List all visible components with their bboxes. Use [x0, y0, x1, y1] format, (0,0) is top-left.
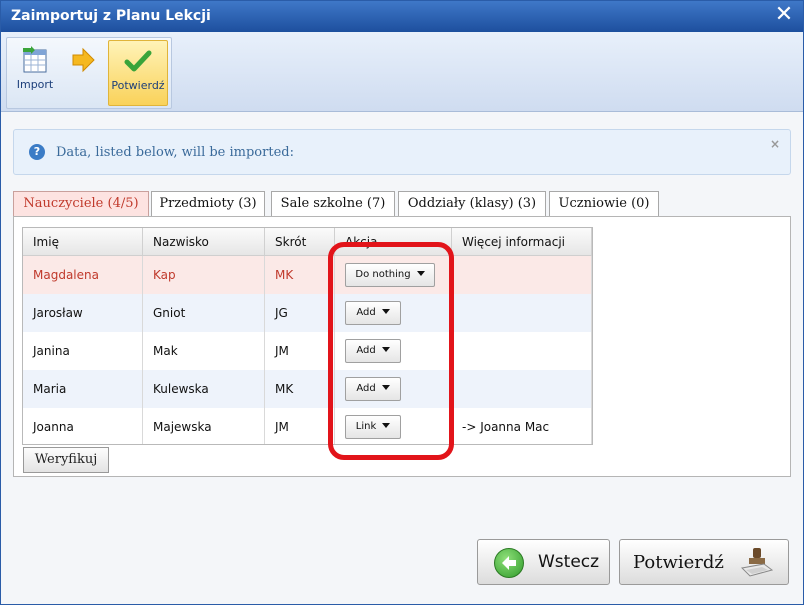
- back-button[interactable]: Wstecz: [477, 539, 610, 585]
- cell-more-info: [452, 256, 592, 294]
- back-arrow-icon: [494, 548, 524, 578]
- dismiss-info-icon[interactable]: ×: [770, 137, 780, 151]
- import-step-label: Import: [16, 78, 54, 91]
- table-row[interactable]: Joanna Majewska JM Link -> Joanna Mac: [23, 408, 592, 444]
- import-step-button[interactable]: Import: [9, 40, 61, 106]
- confirm-step-button[interactable]: Potwierdź: [108, 40, 168, 106]
- cell-first-name: Janina: [23, 332, 143, 370]
- header-action[interactable]: Akcja: [335, 228, 452, 256]
- title-bar: Zaimportuj z Planu Lekcji ✕: [1, 1, 803, 32]
- question-icon: ?: [29, 144, 45, 160]
- action-dropdown-label: Link: [355, 421, 377, 432]
- close-icon[interactable]: ✕: [773, 4, 795, 26]
- tab-classrooms[interactable]: Sale szkolne (7): [271, 191, 395, 216]
- checkmark-icon: [124, 50, 152, 72]
- cell-more-info: [452, 294, 592, 332]
- header-first-name[interactable]: Imię: [23, 228, 143, 256]
- grid-header: Imię Nazwisko Skrót Akcja Więcej informa…: [23, 228, 592, 256]
- cell-last-name: Mak: [143, 332, 265, 370]
- action-dropdown[interactable]: Do nothing: [345, 263, 435, 287]
- action-dropdown-label: Add: [356, 345, 376, 356]
- caret-down-icon: [416, 271, 425, 276]
- cell-more-info: [452, 332, 592, 370]
- cell-last-name: Gniot: [143, 294, 265, 332]
- cell-action: Link: [335, 408, 452, 444]
- teachers-grid: Imię Nazwisko Skrót Akcja Więcej informa…: [22, 227, 593, 445]
- caret-down-icon: [381, 309, 390, 314]
- action-dropdown-label: Add: [356, 307, 376, 318]
- header-short[interactable]: Skrót: [265, 228, 335, 256]
- tab-teachers[interactable]: Nauczyciele (4/5): [13, 191, 149, 217]
- action-dropdown-label: Add: [356, 383, 376, 394]
- spreadsheet-icon: [23, 46, 47, 73]
- cell-action: Add: [335, 294, 452, 332]
- cell-short: JM: [265, 408, 335, 444]
- cell-short: JM: [265, 332, 335, 370]
- tab-subjects[interactable]: Przedmioty (3): [151, 191, 265, 216]
- tab-students[interactable]: Uczniowie (0): [549, 191, 659, 216]
- cell-first-name: Maria: [23, 370, 143, 408]
- cell-last-name: Kap: [143, 256, 265, 294]
- cell-more-info: [452, 370, 592, 408]
- cell-last-name: Majewska: [143, 408, 265, 444]
- table-row[interactable]: Janina Mak JM Add: [23, 332, 592, 370]
- verify-button[interactable]: Weryfikuj: [23, 447, 109, 473]
- stamp-icon: [740, 548, 774, 577]
- caret-down-icon: [381, 385, 390, 390]
- cell-first-name: Jarosław: [23, 294, 143, 332]
- wizard-steps: Import Potwierdź: [6, 37, 172, 109]
- action-dropdown[interactable]: Link: [345, 415, 401, 439]
- table-row[interactable]: Maria Kulewska MK Add: [23, 370, 592, 408]
- action-dropdown[interactable]: Add: [345, 377, 401, 401]
- action-dropdown-label: Do nothing: [355, 269, 411, 280]
- cell-first-name: Magdalena: [23, 256, 143, 294]
- caret-down-icon: [381, 347, 390, 352]
- table-row[interactable]: Jarosław Gniot JG Add: [23, 294, 592, 332]
- next-step-arrow: [63, 40, 103, 106]
- arrow-right-icon: [72, 47, 95, 73]
- action-dropdown[interactable]: Add: [345, 301, 401, 325]
- cell-short: MK: [265, 370, 335, 408]
- header-more-info[interactable]: Więcej informacji: [452, 228, 592, 256]
- info-message: Data, listed below, will be imported:: [56, 145, 294, 160]
- table-row[interactable]: Magdalena Kap MK Do nothing: [23, 256, 592, 294]
- cell-first-name: Joanna: [23, 408, 143, 444]
- confirm-button[interactable]: Potwierdź: [619, 539, 789, 585]
- window-title: Zaimportuj z Planu Lekcji: [11, 8, 211, 24]
- ribbon: Import Potwierdź: [1, 32, 803, 112]
- caret-down-icon: [382, 423, 391, 428]
- cell-action: Add: [335, 332, 452, 370]
- cell-short: MK: [265, 256, 335, 294]
- cell-more-info: -> Joanna Mac: [452, 408, 592, 444]
- info-message-box: ? Data, listed below, will be imported: …: [13, 129, 791, 175]
- cell-last-name: Kulewska: [143, 370, 265, 408]
- back-button-label: Wstecz: [538, 552, 600, 572]
- tab-panel: Imię Nazwisko Skrót Akcja Więcej informa…: [13, 216, 791, 477]
- confirm-step-label: Potwierdź: [111, 79, 165, 92]
- cell-action: Add: [335, 370, 452, 408]
- cell-action: Do nothing: [335, 256, 452, 294]
- cell-short: JG: [265, 294, 335, 332]
- header-last-name[interactable]: Nazwisko: [143, 228, 265, 256]
- confirm-button-label: Potwierdź: [633, 552, 724, 573]
- action-dropdown[interactable]: Add: [345, 339, 401, 363]
- tab-classes[interactable]: Oddziały (klasy) (3): [398, 191, 546, 216]
- import-dialog: Zaimportuj z Planu Lekcji ✕ Import Potwi…: [0, 0, 804, 605]
